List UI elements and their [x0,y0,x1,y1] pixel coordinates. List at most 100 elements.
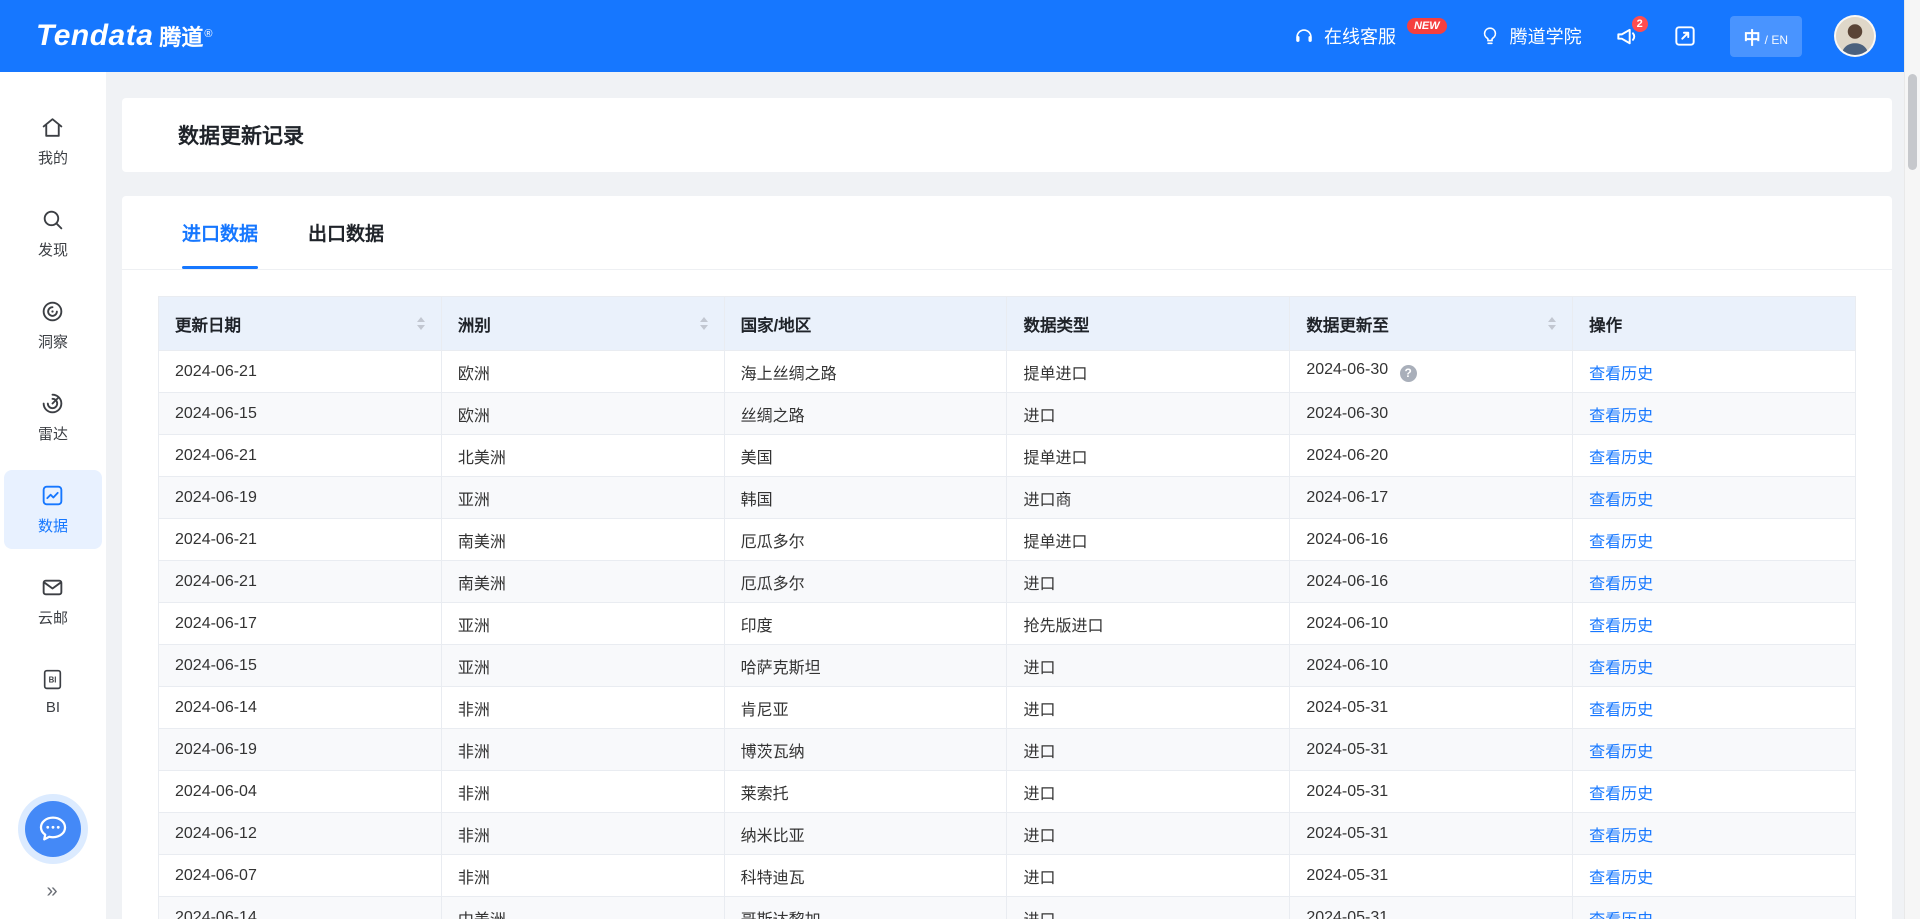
tab-import-data[interactable]: 进口数据 [182,196,258,269]
page-scrollbar-thumb[interactable] [1908,74,1917,170]
tab-export-data[interactable]: 出口数据 [308,196,384,269]
cell-updated-to: 2024-05-31 [1290,813,1573,855]
cell-continent: 北美洲 [441,435,724,477]
cell-update-date: 2024-06-17 [159,603,442,645]
updated-to-value: 2024-05-31 [1306,909,1388,919]
page-scrollbar-track[interactable] [1904,0,1920,919]
col-update-date[interactable]: 更新日期 [159,297,442,351]
sidebar-item-radar[interactable]: 雷达 [4,378,102,457]
mail-icon [40,575,65,600]
sidebar-item-insight[interactable]: 洞察 [4,286,102,365]
sidebar-item-mine[interactable]: 我的 [4,102,102,181]
view-history-link[interactable]: 查看历史 [1589,702,1653,719]
view-history-link[interactable]: 查看历史 [1589,660,1653,677]
cell-action: 查看历史 [1573,897,1856,919]
cell-update-date: 2024-06-21 [159,435,442,477]
new-badge: NEW [1407,18,1447,34]
cell-continent: 非洲 [441,855,724,897]
cell-update-date: 2024-06-15 [159,645,442,687]
chat-fab-button[interactable] [25,801,81,857]
table-row: 2024-06-21 南美洲 厄瓜多尔 提单进口 2024-06-16 查看历史 [159,519,1856,561]
cell-country: 莱索托 [724,771,1007,813]
cell-update-date: 2024-06-14 [159,687,442,729]
fullscreen-button[interactable] [1672,23,1698,49]
logo-text: Tendata [36,19,153,53]
updated-to-value: 2024-05-31 [1306,699,1388,716]
col-label: 洲别 [458,312,491,336]
view-history-link[interactable]: 查看历史 [1589,618,1653,635]
help-icon[interactable]: ? [1400,365,1417,382]
cell-data-type: 提单进口 [1007,519,1290,561]
table-row: 2024-06-21 欧洲 海上丝绸之路 提单进口 2024-06-30 ? 查… [159,351,1856,393]
view-history-link[interactable]: 查看历史 [1589,576,1653,593]
cell-country: 美国 [724,435,1007,477]
sort-icon[interactable] [700,317,708,330]
cell-updated-to: 2024-06-30 [1290,393,1573,435]
lightbulb-icon [1479,25,1501,47]
col-updated-to[interactable]: 数据更新至 [1290,297,1573,351]
cell-updated-to: 2024-06-17 [1290,477,1573,519]
update-records-table: 更新日期 洲别 国家/地区 [158,296,1856,919]
announcement-button[interactable]: 2 [1614,23,1640,49]
view-history-link[interactable]: 查看历史 [1589,828,1653,845]
cell-update-date: 2024-06-12 [159,813,442,855]
sidebar-item-discover[interactable]: 发现 [4,194,102,273]
main-content: 数据更新记录 进口数据 出口数据 更新日期 [106,72,1904,919]
cell-country: 科特迪瓦 [724,855,1007,897]
view-history-link[interactable]: 查看历史 [1589,408,1653,425]
view-history-link[interactable]: 查看历史 [1589,450,1653,467]
cell-country: 哥斯达黎加 [724,897,1007,919]
col-continent[interactable]: 洲别 [441,297,724,351]
sort-icon[interactable] [417,317,425,330]
table-row: 2024-06-15 欧洲 丝绸之路 进口 2024-06-30 查看历史 [159,393,1856,435]
bi-icon: BI [40,667,65,692]
cell-update-date: 2024-06-14 [159,897,442,919]
table-row: 2024-06-19 非洲 博茨瓦纳 进口 2024-05-31 查看历史 [159,729,1856,771]
cell-update-date: 2024-06-04 [159,771,442,813]
academy-link[interactable]: 腾道学院 [1479,23,1582,49]
view-history-link[interactable]: 查看历史 [1589,366,1653,383]
sidebar-item-label: 我的 [38,147,68,168]
cell-data-type: 进口 [1007,561,1290,603]
updated-to-value: 2024-05-31 [1306,825,1388,842]
col-country: 国家/地区 [724,297,1007,351]
sidebar-item-data[interactable]: 数据 [4,470,102,549]
view-history-link[interactable]: 查看历史 [1589,492,1653,509]
cell-action: 查看历史 [1573,687,1856,729]
view-history-link[interactable]: 查看历史 [1589,744,1653,761]
language-toggle[interactable]: 中 / EN [1730,16,1802,57]
cell-country: 哈萨克斯坦 [724,645,1007,687]
col-data-type: 数据类型 [1007,297,1290,351]
cell-update-date: 2024-06-19 [159,477,442,519]
col-label: 更新日期 [175,312,241,336]
data-card: 进口数据 出口数据 更新日期 洲别 [122,196,1892,919]
cell-updated-to: 2024-05-31 [1290,771,1573,813]
cell-action: 查看历史 [1573,729,1856,771]
page-title: 数据更新记录 [178,120,304,150]
cell-action: 查看历史 [1573,393,1856,435]
table-row: 2024-06-21 南美洲 厄瓜多尔 进口 2024-06-16 查看历史 [159,561,1856,603]
sidebar-collapse-button[interactable]: » [46,880,59,903]
view-history-link[interactable]: 查看历史 [1589,534,1653,551]
cell-country: 海上丝绸之路 [724,351,1007,393]
table-row: 2024-06-12 非洲 纳米比亚 进口 2024-05-31 查看历史 [159,813,1856,855]
cell-continent: 亚洲 [441,477,724,519]
col-label: 国家/地区 [741,312,812,336]
view-history-link[interactable]: 查看历史 [1589,870,1653,887]
avatar[interactable] [1834,15,1876,57]
table-row: 2024-06-04 非洲 莱索托 进口 2024-05-31 查看历史 [159,771,1856,813]
notification-count-badge: 2 [1632,16,1648,32]
sidebar-item-bi[interactable]: BI BI [4,654,102,729]
view-history-link[interactable]: 查看历史 [1589,912,1653,919]
sidebar-item-label: BI [46,699,60,716]
cell-country: 纳米比亚 [724,813,1007,855]
table-row: 2024-06-14 非洲 肯尼亚 进口 2024-05-31 查看历史 [159,687,1856,729]
view-history-link[interactable]: 查看历史 [1589,786,1653,803]
sort-icon[interactable] [1548,317,1556,330]
sidebar-item-cloudmail[interactable]: 云邮 [4,562,102,641]
col-label: 操作 [1589,312,1622,336]
customer-service-link[interactable]: 在线客服 NEW [1293,23,1447,49]
logo[interactable]: Tendata 腾道 ® [36,19,213,53]
cell-action: 查看历史 [1573,435,1856,477]
cell-data-type: 进口 [1007,393,1290,435]
